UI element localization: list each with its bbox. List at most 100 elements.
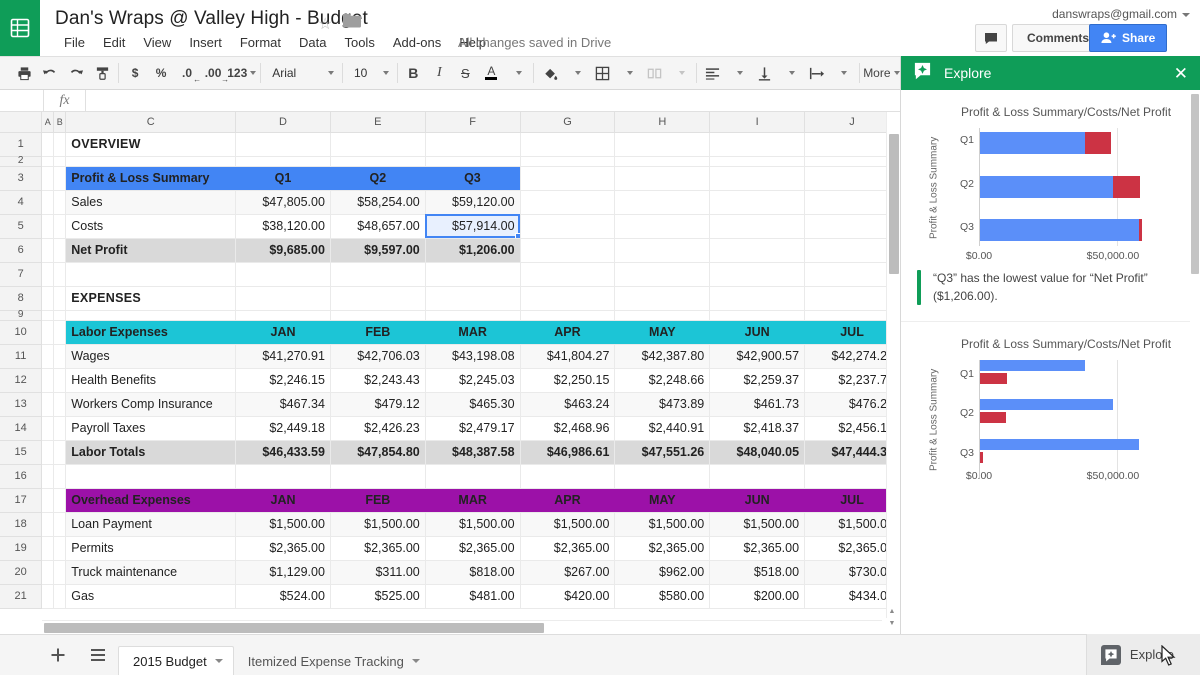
labor-cell[interactable]: $42,900.57 bbox=[710, 344, 805, 368]
labor-cell[interactable]: $46,986.61 bbox=[520, 440, 615, 464]
overhead-cell[interactable]: $1,500.00 bbox=[615, 512, 710, 536]
account-email[interactable]: danswraps@gmail.com bbox=[1052, 7, 1190, 21]
row-header-11[interactable]: 11 bbox=[0, 344, 42, 368]
undo-icon[interactable] bbox=[37, 60, 63, 86]
menu-item-file[interactable]: File bbox=[55, 33, 94, 52]
vertical-scrollbar[interactable] bbox=[886, 112, 900, 618]
row-header-10[interactable]: 10 bbox=[0, 320, 42, 344]
share-button[interactable]: Share bbox=[1089, 24, 1167, 52]
overhead-cell[interactable]: $481.00 bbox=[425, 584, 520, 608]
overhead-cell[interactable]: $2,365.00 bbox=[236, 536, 331, 560]
font-family-select[interactable]: Arial bbox=[264, 61, 339, 85]
overhead-cell[interactable]: $420.00 bbox=[520, 584, 615, 608]
labor-cell[interactable]: $465.30 bbox=[425, 392, 520, 416]
redo-icon[interactable] bbox=[63, 60, 89, 86]
overhead-cell[interactable]: $1,500.00 bbox=[520, 512, 615, 536]
close-icon[interactable]: ✕ bbox=[1174, 65, 1188, 82]
menu-item-edit[interactable]: Edit bbox=[94, 33, 134, 52]
row-header-18[interactable]: 18 bbox=[0, 512, 42, 536]
labor-cell[interactable]: $46,433.59 bbox=[236, 440, 331, 464]
more-toolbar-button[interactable]: More bbox=[863, 60, 900, 86]
overhead-cell[interactable]: $818.00 bbox=[425, 560, 520, 584]
comment-icon[interactable] bbox=[975, 24, 1007, 52]
explore-button[interactable]: Explore bbox=[1086, 634, 1200, 675]
star-icon[interactable]: ☆ bbox=[318, 14, 332, 34]
strikethrough-button[interactable]: S bbox=[452, 60, 478, 86]
overhead-cell[interactable]: $580.00 bbox=[615, 584, 710, 608]
overhead-cell[interactable]: $311.00 bbox=[330, 560, 425, 584]
menu-item-insert[interactable]: Insert bbox=[180, 33, 231, 52]
column-header-d[interactable]: D bbox=[236, 112, 331, 132]
labor-cell[interactable]: $463.24 bbox=[520, 392, 615, 416]
sheets-grid-icon[interactable] bbox=[0, 0, 40, 56]
row-header-7[interactable]: 7 bbox=[0, 262, 42, 286]
explore-scrollbar-thumb[interactable] bbox=[1191, 94, 1199, 274]
labor-cell[interactable]: $461.73 bbox=[710, 392, 805, 416]
borders-dropdown[interactable] bbox=[615, 60, 641, 86]
italic-button[interactable]: I bbox=[426, 60, 452, 86]
borders-icon[interactable] bbox=[589, 60, 615, 86]
pl-cell[interactable]: $59,120.00 bbox=[425, 190, 520, 214]
pl-cell[interactable]: $48,657.00 bbox=[330, 214, 425, 238]
merge-cells-icon[interactable] bbox=[641, 60, 667, 86]
labor-cell[interactable]: $2,468.96 bbox=[520, 416, 615, 440]
column-header-i[interactable]: I bbox=[710, 112, 805, 132]
overhead-cell[interactable]: $2,365.00 bbox=[425, 536, 520, 560]
chevron-down-icon[interactable] bbox=[412, 659, 420, 663]
more-formats-button[interactable]: 123 bbox=[226, 60, 257, 86]
overhead-cell[interactable]: $2,365.00 bbox=[520, 536, 615, 560]
row-header-14[interactable]: 14 bbox=[0, 416, 42, 440]
chevron-down-icon[interactable] bbox=[215, 659, 223, 663]
increase-decimal-button[interactable]: .00 → bbox=[200, 60, 226, 86]
merge-cells-dropdown[interactable] bbox=[667, 60, 693, 86]
labor-cell[interactable]: $2,449.18 bbox=[236, 416, 331, 440]
column-header-a[interactable]: A bbox=[42, 112, 54, 132]
overhead-cell[interactable]: $1,500.00 bbox=[330, 512, 425, 536]
labor-cell[interactable]: $2,418.37 bbox=[710, 416, 805, 440]
list-icon[interactable] bbox=[78, 635, 118, 675]
text-color-dropdown[interactable] bbox=[504, 60, 530, 86]
vertical-align-dropdown[interactable] bbox=[778, 60, 804, 86]
text-wrap-icon[interactable] bbox=[804, 60, 830, 86]
labor-cell[interactable]: $42,706.03 bbox=[330, 344, 425, 368]
labor-cell[interactable]: $41,270.91 bbox=[236, 344, 331, 368]
horizontal-align-icon[interactable] bbox=[700, 60, 726, 86]
row-header-15[interactable]: 15 bbox=[0, 440, 42, 464]
paint-bucket-icon[interactable] bbox=[537, 60, 563, 86]
text-wrap-dropdown[interactable] bbox=[830, 60, 856, 86]
labor-cell[interactable]: $47,551.26 bbox=[615, 440, 710, 464]
font-size-select[interactable]: 10 bbox=[346, 61, 394, 85]
text-color-button[interactable]: A bbox=[478, 60, 504, 86]
row-header-9[interactable]: 9 bbox=[0, 310, 42, 320]
overhead-cell[interactable]: $1,500.00 bbox=[236, 512, 331, 536]
column-header-h[interactable]: H bbox=[615, 112, 710, 132]
labor-cell[interactable]: $48,387.58 bbox=[425, 440, 520, 464]
explore-scrollbar[interactable] bbox=[1190, 90, 1200, 634]
overhead-cell[interactable]: $200.00 bbox=[710, 584, 805, 608]
row-header-21[interactable]: 21 bbox=[0, 584, 42, 608]
pl-cell[interactable]: $38,120.00 bbox=[236, 214, 331, 238]
horizontal-scrollbar-thumb[interactable] bbox=[44, 623, 544, 633]
labor-cell[interactable]: $2,245.03 bbox=[425, 368, 520, 392]
print-icon[interactable] bbox=[11, 60, 37, 86]
overhead-cell[interactable]: $1,500.00 bbox=[710, 512, 805, 536]
overhead-cell[interactable]: $524.00 bbox=[236, 584, 331, 608]
row-header-2[interactable]: 2 bbox=[0, 156, 42, 166]
percent-format-button[interactable]: % bbox=[148, 60, 174, 86]
pl-cell[interactable]: $47,805.00 bbox=[236, 190, 331, 214]
overhead-cell[interactable]: $1,129.00 bbox=[236, 560, 331, 584]
vertical-scrollbar-thumb[interactable] bbox=[889, 134, 899, 274]
labor-cell[interactable]: $42,387.80 bbox=[615, 344, 710, 368]
labor-cell[interactable]: $48,040.05 bbox=[710, 440, 805, 464]
menu-item-data[interactable]: Data bbox=[290, 33, 335, 52]
pl-cell[interactable]: $1,206.00 bbox=[425, 238, 520, 262]
labor-cell[interactable]: $41,804.27 bbox=[520, 344, 615, 368]
fill-color-dropdown[interactable] bbox=[563, 60, 589, 86]
labor-cell[interactable]: $2,479.17 bbox=[425, 416, 520, 440]
overhead-cell[interactable]: $525.00 bbox=[330, 584, 425, 608]
folder-icon[interactable] bbox=[343, 13, 361, 33]
pl-cell[interactable]: $9,685.00 bbox=[236, 238, 331, 262]
currency-format-button[interactable]: $ bbox=[122, 60, 148, 86]
row-header-5[interactable]: 5 bbox=[0, 214, 42, 238]
overhead-cell[interactable]: $267.00 bbox=[520, 560, 615, 584]
